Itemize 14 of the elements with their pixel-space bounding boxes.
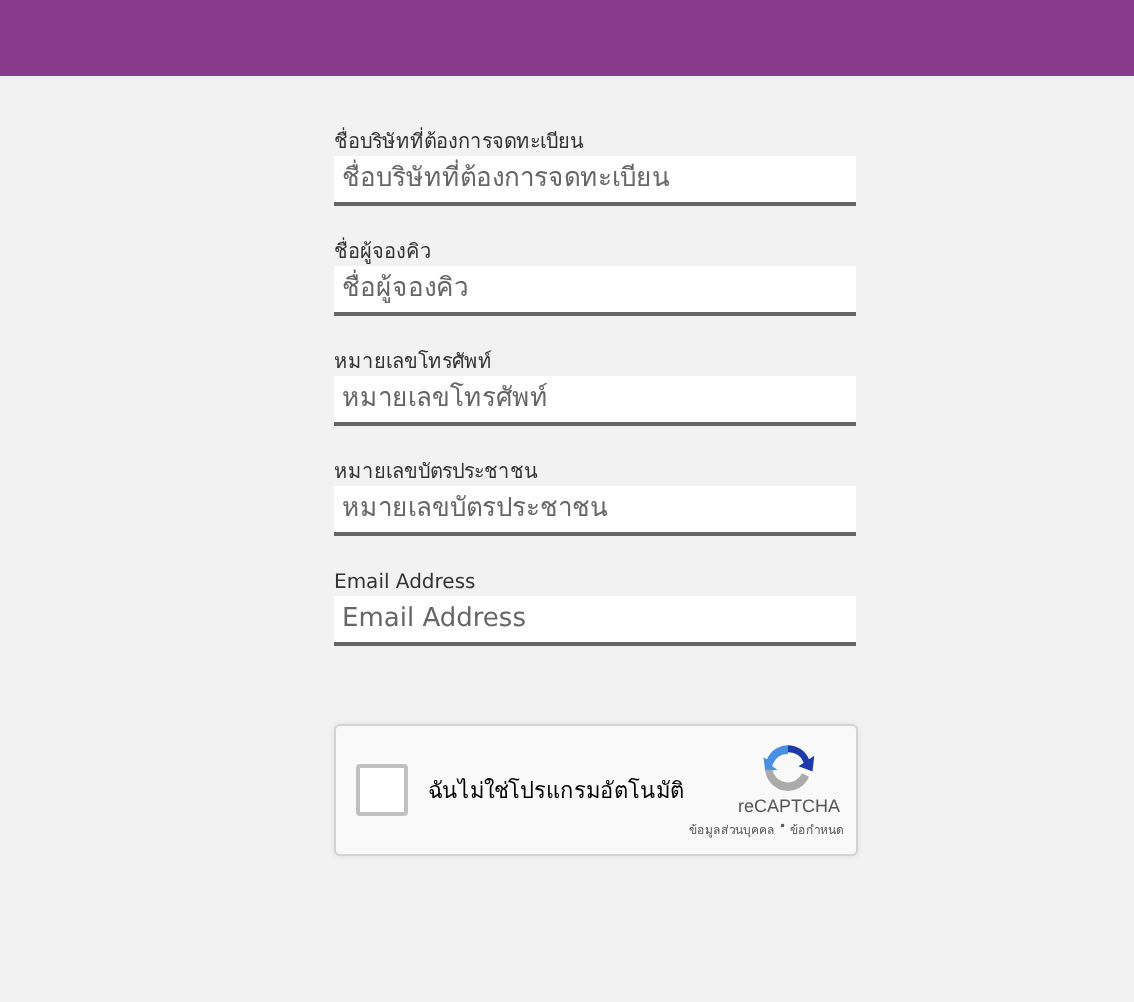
input-field[interactable]: Email Address — [334, 596, 856, 646]
input-field[interactable]: หมายเลขบัตรประชาชน — [334, 486, 856, 536]
recaptcha-brand: reCAPTCHA — [737, 796, 840, 816]
recaptcha-logo-icon — [760, 740, 816, 796]
field-label: หมายเลขโทรศัพท์ — [334, 350, 494, 376]
captcha-checkbox[interactable] — [356, 764, 408, 816]
field-label: หมายเลขบัตรประชาชน — [334, 460, 540, 486]
field-label: Email Address — [334, 570, 478, 596]
input-field[interactable]: ชื่อผู้จองคิว — [334, 266, 856, 316]
input-field[interactable]: หมายเลขโทรศัพท์ — [334, 376, 856, 426]
input-field[interactable]: ชื่อบริษัทที่ต้องการจดทะเบียน — [334, 156, 856, 206]
captcha-label: ฉันไม่ใช่โปรแกรมอัตโนมัติ — [428, 776, 686, 808]
field-label: ชื่อบริษัทที่ต้องการจดทะเบียน — [334, 130, 856, 156]
field-label: ชื่อผู้จองคิว — [334, 240, 856, 266]
